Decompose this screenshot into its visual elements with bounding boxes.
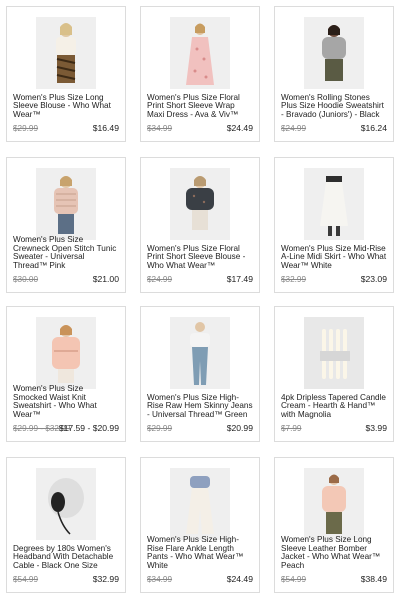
product-image[interactable] <box>36 468 96 540</box>
product-title[interactable]: Women's Rolling Stones Plus Size Hoodie … <box>281 93 387 119</box>
product-image[interactable] <box>304 317 364 389</box>
original-price: $7.99 <box>281 424 302 433</box>
product-image[interactable] <box>170 468 230 540</box>
original-price: $29.99 <box>13 124 39 133</box>
product-image[interactable] <box>304 468 364 540</box>
product-image[interactable] <box>304 17 364 89</box>
sale-price: $16.24 <box>360 123 387 133</box>
product-title[interactable]: Women's Plus Size Floral Print Short Sle… <box>147 244 253 270</box>
product-title[interactable]: 4pk Dripless Tapered Candle Cream - Hear… <box>281 393 387 419</box>
product-card[interactable]: Women's Rolling Stones Plus Size Hoodie … <box>274 6 394 142</box>
sale-price: $32.99 <box>92 574 119 584</box>
product-title[interactable]: Women's Plus Size Long Sleeve Leather Bo… <box>281 536 387 570</box>
product-card[interactable]: Women's Plus Size Smocked Waist Knit Swe… <box>6 306 126 442</box>
original-price: $24.99 <box>281 124 307 133</box>
product-card[interactable]: Women's Plus Size Floral Print Short Sle… <box>140 157 260 293</box>
product-title[interactable]: Women's Plus Size Floral Print Short Sle… <box>147 93 253 119</box>
sale-price: $17.49 <box>226 274 253 284</box>
product-title[interactable]: Women's Plus Size Smocked Waist Knit Swe… <box>13 385 119 419</box>
product-title[interactable]: Women's Plus Size High-Rise Raw Hem Skin… <box>147 393 253 419</box>
product-title[interactable]: Women's Plus Size Mid-Rise A-Line Midi S… <box>281 244 387 270</box>
product-image[interactable] <box>170 317 230 389</box>
product-image[interactable] <box>36 168 96 240</box>
original-price: $54.99 <box>13 575 39 584</box>
product-title[interactable]: Degrees by 180s Women's Headband With De… <box>13 544 119 570</box>
sale-price: $20.99 <box>226 423 253 433</box>
original-price: $34.99 <box>147 124 173 133</box>
product-card[interactable]: Women's Plus Size Crewneck Open Stitch T… <box>6 157 126 293</box>
product-title[interactable]: Women's Plus Size Long Sleeve Blouse - W… <box>13 93 119 119</box>
product-image[interactable] <box>36 317 96 389</box>
original-price: $30.00 <box>13 275 39 284</box>
product-title[interactable]: Women's Plus Size Crewneck Open Stitch T… <box>13 236 119 270</box>
sale-price: $23.09 <box>360 274 387 284</box>
sale-price: $38.49 <box>360 574 387 584</box>
product-card[interactable]: Women's Plus Size High-Rise Flare Ankle … <box>140 457 260 593</box>
sale-price: $24.49 <box>226 123 253 133</box>
product-card[interactable]: Women's Plus Size Mid-Rise A-Line Midi S… <box>274 157 394 293</box>
product-image[interactable] <box>36 17 96 89</box>
original-price: $24.99 <box>147 275 173 284</box>
product-card[interactable]: Women's Plus Size Long Sleeve Blouse - W… <box>6 6 126 142</box>
product-image[interactable] <box>170 168 230 240</box>
sale-price: $21.00 <box>92 274 119 284</box>
product-card[interactable]: Women's Plus Size Long Sleeve Leather Bo… <box>274 457 394 593</box>
original-price: $34.99 <box>147 575 173 584</box>
product-image[interactable] <box>170 17 230 89</box>
product-card[interactable]: Women's Plus Size Floral Print Short Sle… <box>140 6 260 142</box>
product-card[interactable]: Women's Plus Size High-Rise Raw Hem Skin… <box>140 306 260 442</box>
sale-price: $3.99 <box>365 423 387 433</box>
product-title[interactable]: Women's Plus Size High-Rise Flare Ankle … <box>147 536 253 570</box>
original-price: $32.99 <box>281 275 307 284</box>
product-image[interactable] <box>304 168 364 240</box>
sale-price: $24.49 <box>226 574 253 584</box>
original-price: $29.99 <box>147 424 173 433</box>
sale-price: $17.59 - $20.99 <box>58 423 119 433</box>
product-card[interactable]: 4pk Dripless Tapered Candle Cream - Hear… <box>274 306 394 442</box>
product-card[interactable]: Degrees by 180s Women's Headband With De… <box>6 457 126 593</box>
original-price: $54.99 <box>281 575 307 584</box>
product-grid: Women's Plus Size Long Sleeve Blouse - W… <box>0 0 400 600</box>
sale-price: $16.49 <box>92 123 119 133</box>
